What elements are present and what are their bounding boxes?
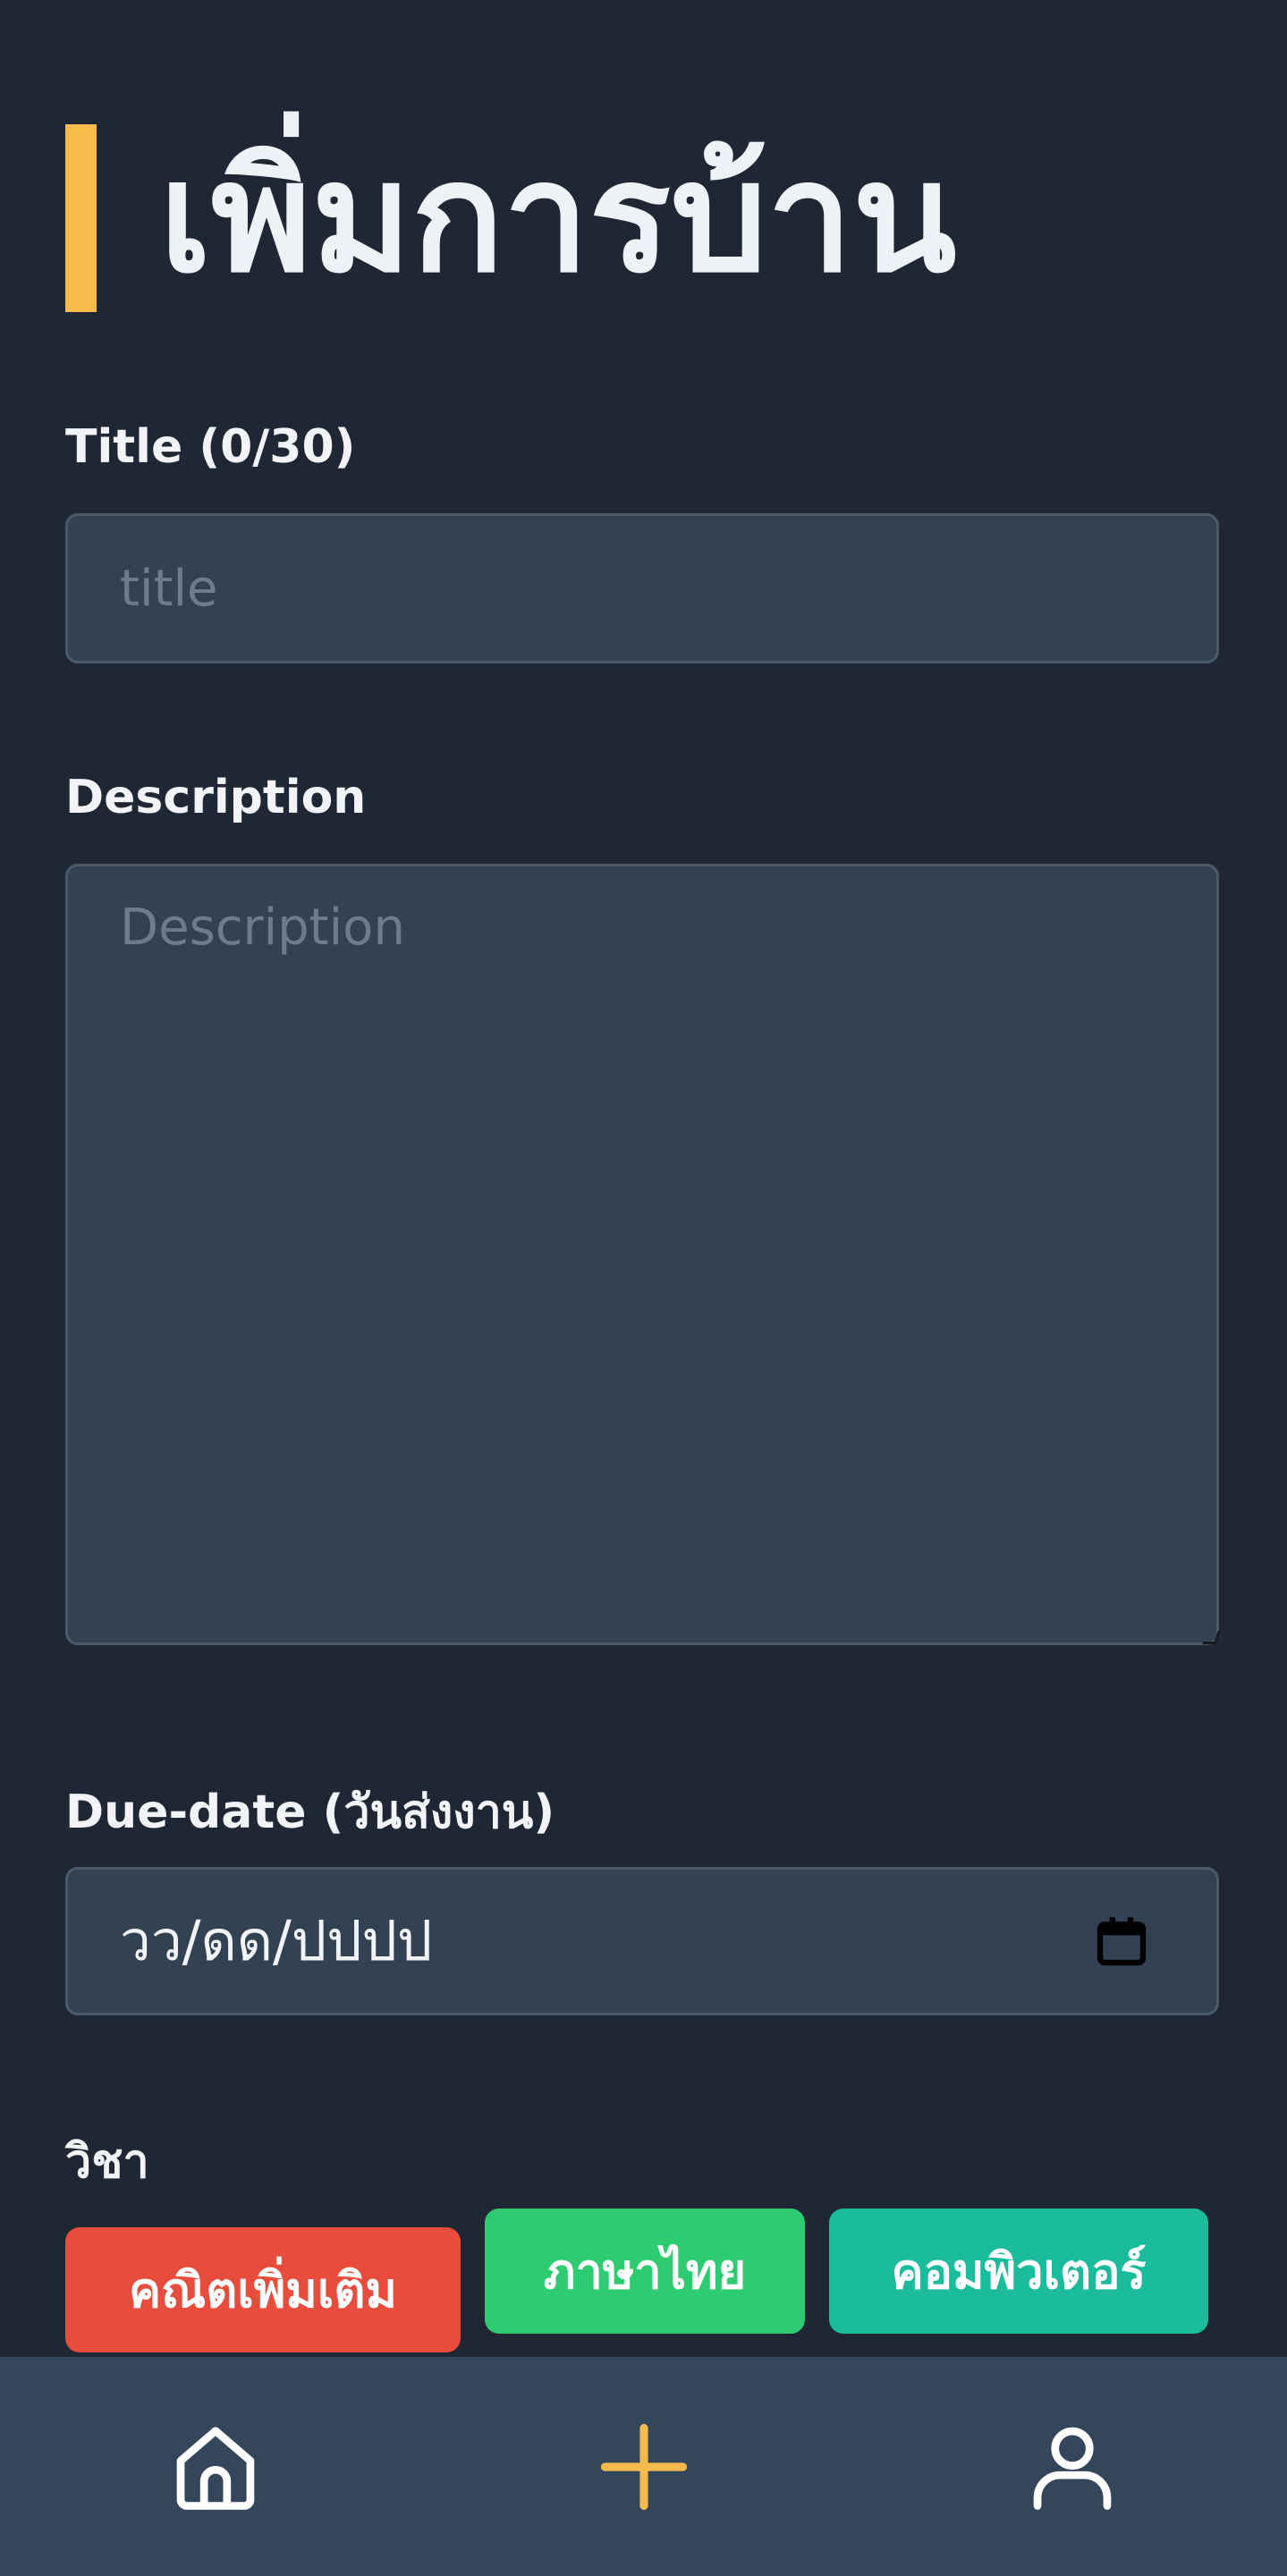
- subject-chip-math[interactable]: คณิตเพิ่มเติม: [65, 2227, 461, 2352]
- subject-chip-thai[interactable]: ภาษาไทย: [485, 2209, 805, 2334]
- subject-chip-computer[interactable]: คอมพิวเตอร์: [829, 2209, 1208, 2334]
- calendar-icon[interactable]: [1093, 1913, 1150, 1970]
- title-input[interactable]: [65, 513, 1219, 663]
- heading-accent-bar: [65, 124, 97, 312]
- bottom-navigation: [0, 2357, 1287, 2576]
- due-date-label: Due-date (วันส่งงาน): [65, 1786, 555, 1839]
- nav-add-button[interactable]: [555, 2357, 733, 2576]
- user-icon: [1033, 2427, 1112, 2510]
- due-date-input[interactable]: วว/ดด/ปปปป: [65, 1867, 1219, 2015]
- due-date-value: วว/ดด/ปปปป: [120, 1908, 433, 1973]
- page-title: เพิ่มการบ้าน: [159, 130, 957, 307]
- add-homework-page: เพิ่มการบ้าน Title (0/30) Description Du…: [0, 0, 1287, 2576]
- home-icon: [176, 2426, 255, 2510]
- description-input[interactable]: [65, 864, 1219, 1645]
- nav-profile-button[interactable]: [983, 2357, 1162, 2576]
- nav-home-button[interactable]: [126, 2357, 305, 2576]
- description-label: Description: [65, 771, 367, 824]
- title-label: Title (0/30): [65, 420, 356, 474]
- plus-icon: [600, 2423, 688, 2510]
- page-heading: เพิ่มการบ้าน: [65, 123, 957, 313]
- subject-label: วิชา: [65, 2135, 149, 2189]
